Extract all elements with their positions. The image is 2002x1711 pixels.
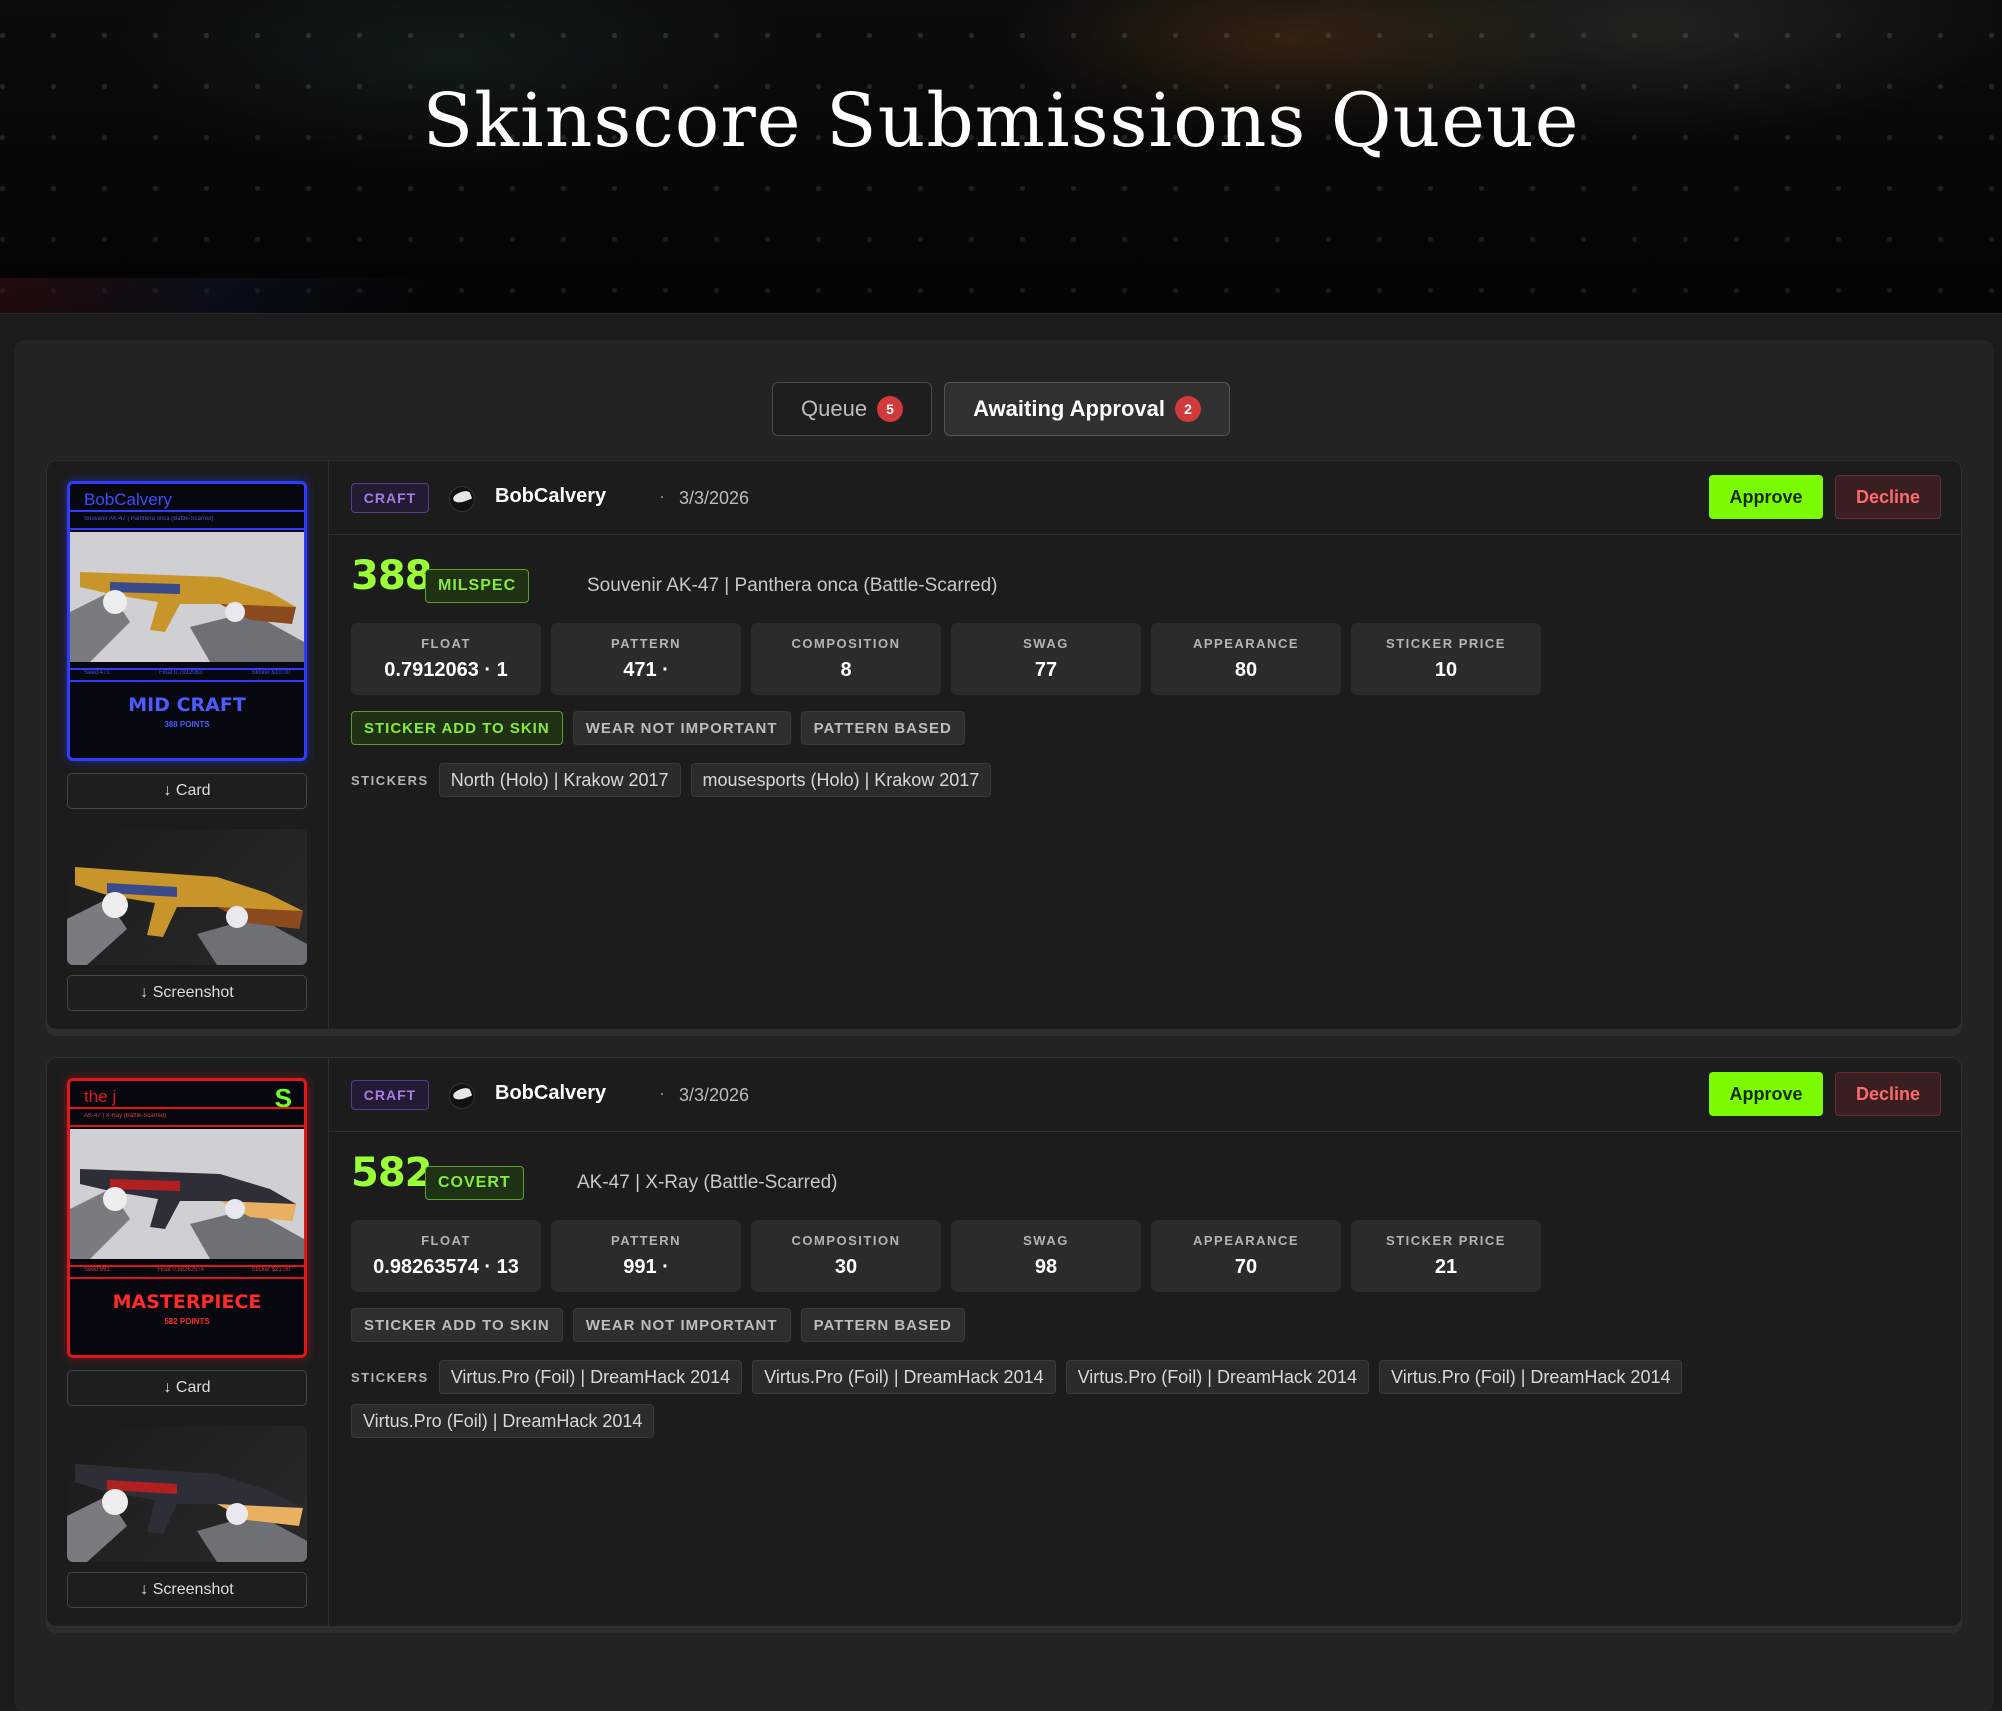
sticker-chip: Virtus.Pro (Foil) | DreamHack 2014 [351, 1404, 655, 1438]
submission-card: BobCalvery Souvenir AK-47 | Panthera onc… [46, 460, 1962, 1030]
card-preview-image: the j S AK-47 | X-Ray (Battle-Scarred) S… [67, 1078, 307, 1358]
download-screenshot-button[interactable]: ↓ Screenshot [67, 975, 307, 1011]
submitter-name[interactable]: BobCalvery [495, 1082, 606, 1105]
card-preview-subtitle: AK-47 | X-Ray (Battle-Scarred) [84, 1113, 167, 1119]
sticker-chip: mousesports (Holo) | Krakow 2017 [690, 763, 992, 797]
skin-name: AK-47 | X-Ray (Battle-Scarred) [577, 1172, 838, 1193]
download-screenshot-button[interactable]: ↓ Screenshot [67, 1572, 307, 1608]
submission-media: BobCalvery Souvenir AK-47 | Panthera onc… [47, 461, 329, 1029]
sticker-list: STICKERS North (Holo) | Krakow 2017 mous… [351, 763, 1781, 797]
approve-button[interactable]: Approve [1709, 1072, 1823, 1116]
steam-logo-icon: S [274, 1083, 292, 1113]
card-preview-subtitle: Souvenir AK-47 | Panthera onca (Battle-S… [84, 516, 214, 522]
submission-media: the j S AK-47 | X-Ray (Battle-Scarred) S… [47, 1058, 329, 1626]
decline-button[interactable]: Decline [1835, 475, 1941, 519]
skinscore-value: 582 [351, 1150, 432, 1196]
stat-float: FLOAT 0.98263574 · 13 [351, 1220, 541, 1292]
stat-appearance: APPEARANCE 80 [1151, 623, 1341, 695]
card-preview-tier: MID CRAFT [128, 694, 246, 716]
card-preview-info: Seed 991 Float 0.98263574 Sticker $21.00 [84, 1267, 290, 1273]
sticker-list: STICKERS Virtus.Pro (Foil) | DreamHack 2… [351, 1360, 1781, 1438]
card-preview-name: the j [84, 1087, 117, 1106]
submission-date: 3/3/2026 [679, 488, 750, 508]
tag-pattern-based: PATTERN BASED [800, 1308, 965, 1342]
rifle-image [70, 532, 304, 662]
card-preview-image: BobCalvery Souvenir AK-47 | Panthera onc… [67, 481, 307, 761]
sticker-chip: Virtus.Pro (Foil) | DreamHack 2014 [438, 1360, 743, 1394]
tag-pattern-based: PATTERN BASED [800, 711, 965, 745]
rarity-badge: COVERT [425, 1166, 524, 1200]
stats-row: FLOAT 0.7912063 · 1 PATTERN 471 · COMPOSIT… [351, 623, 1541, 695]
card-preview-tier: MASTERPIECE [112, 1291, 262, 1313]
stat-sticker-price: STICKER PRICE 21 [1351, 1220, 1541, 1292]
stat-float: FLOAT 0.7912063 · 1 [351, 623, 541, 695]
sticker-chip: North (Holo) | Krakow 2017 [438, 763, 681, 797]
stat-pattern: PATTERN 991 · [551, 1220, 741, 1292]
tab-awaiting-count: 2 [1174, 396, 1201, 422]
separator-dot: · [659, 486, 665, 506]
stat-sticker-price: STICKER PRICE 10 [1351, 623, 1541, 695]
decline-button[interactable]: Decline [1835, 1072, 1941, 1116]
approve-button[interactable]: Approve [1709, 475, 1823, 519]
submission-header: CRAFT BobCalvery · 3/3/2026 Approve Decl… [329, 461, 1961, 535]
submitter-name[interactable]: BobCalvery [495, 485, 606, 508]
download-card-button[interactable]: ↓ Card [67, 1370, 307, 1406]
sticker-chip: Virtus.Pro (Foil) | DreamHack 2014 [752, 1360, 1056, 1394]
stickers-label: STICKERS [351, 1369, 429, 1385]
stickers-label: STICKERS [351, 772, 429, 788]
submission-details: CRAFT BobCalvery · 3/3/2026 Approve Decl… [329, 1058, 1961, 1626]
tag-sticker-add-to-skin: STICKER ADD TO SKIN [351, 1308, 563, 1342]
stat-composition: COMPOSITION 30 [751, 1220, 941, 1292]
card-preview-points: 582 POINTS [164, 1317, 210, 1326]
rifle-image [70, 1129, 304, 1259]
header-banner: Skinscore Submissions Queue [0, 0, 2002, 314]
tab-queue[interactable]: Queue 5 [772, 382, 933, 436]
stat-composition: COMPOSITION 8 [751, 623, 941, 695]
separator-dot: · [659, 1083, 665, 1103]
screenshot-image [67, 829, 307, 965]
stats-row: FLOAT 0.98263574 · 13 PATTERN 991 · COMPOS… [351, 1220, 1541, 1292]
tab-queue-count: 5 [877, 396, 904, 422]
submission-card: the j S AK-47 | X-Ray (Battle-Scarred) S… [46, 1057, 1962, 1627]
tab-awaiting-approval[interactable]: Awaiting Approval 2 [944, 382, 1230, 436]
stat-appearance: APPEARANCE 70 [1151, 1220, 1341, 1292]
avatar[interactable] [449, 1083, 475, 1109]
craft-badge: CRAFT [351, 483, 429, 513]
tag-wear-not-important: WEAR NOT IMPORTANT [572, 711, 791, 745]
skin-name: Souvenir AK-47 | Panthera onca (Battle-S… [587, 575, 998, 596]
submission-details: CRAFT BobCalvery · 3/3/2026 Approve Decl… [329, 461, 1961, 1029]
page-title: Skinscore Submissions Queue [422, 78, 1580, 164]
submission-date: 3/3/2026 [679, 1085, 750, 1105]
card-preview-info: Seed 471 Float 0.7912063 Sticker $10.00 [84, 670, 290, 676]
sticker-chip: Virtus.Pro (Foil) | DreamHack 2014 [1379, 1360, 1683, 1394]
stat-swag: SWAG 98 [951, 1220, 1141, 1292]
submission-header: CRAFT BobCalvery · 3/3/2026 Approve Decl… [329, 1058, 1961, 1132]
screenshot-image [67, 1426, 307, 1562]
stat-pattern: PATTERN 471 · [551, 623, 741, 695]
tab-queue-label: Queue [801, 396, 868, 421]
card-preview-name: BobCalvery [84, 490, 172, 509]
tag-list: STICKER ADD TO SKIN WEAR NOT IMPORTANT P… [351, 1308, 965, 1342]
sticker-chip: Virtus.Pro (Foil) | DreamHack 2014 [1065, 1360, 1370, 1394]
rarity-badge: MILSPEC [425, 569, 530, 603]
tag-sticker-add-to-skin: STICKER ADD TO SKIN [351, 711, 563, 745]
skinscore-value: 388 [351, 553, 432, 599]
tag-wear-not-important: WEAR NOT IMPORTANT [572, 1308, 791, 1342]
card-preview-points: 388 POINTS [164, 720, 210, 729]
tag-list: STICKER ADD TO SKIN WEAR NOT IMPORTANT P… [351, 711, 965, 745]
stat-swag: SWAG 77 [951, 623, 1141, 695]
download-card-button[interactable]: ↓ Card [67, 773, 307, 809]
tab-bar: Queue 5 Awaiting Approval 2 [0, 382, 2002, 436]
tab-awaiting-label: Awaiting Approval [973, 396, 1165, 421]
avatar[interactable] [449, 486, 475, 512]
craft-badge: CRAFT [351, 1080, 429, 1110]
